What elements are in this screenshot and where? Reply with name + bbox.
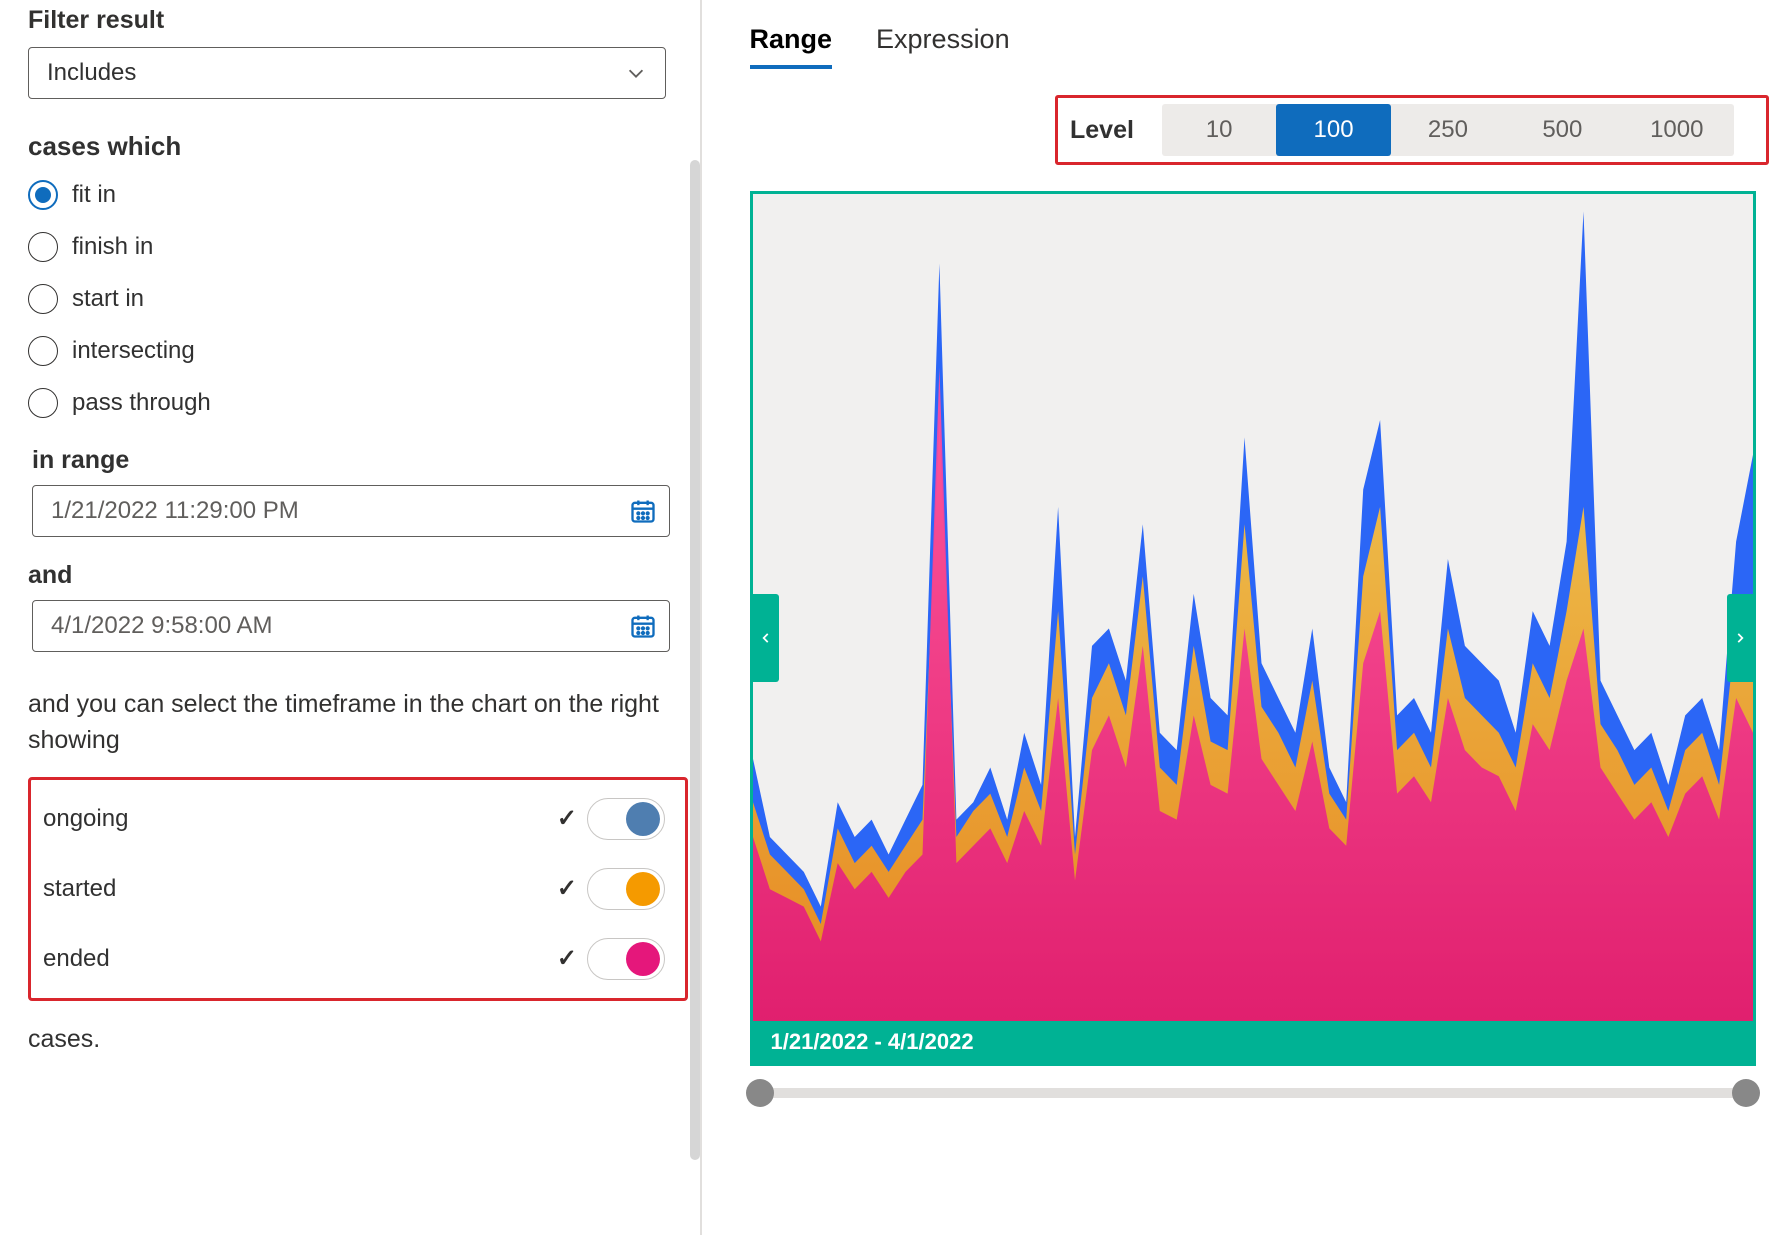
tab-expression[interactable]: Expression: [876, 24, 1010, 69]
calendar-icon: [629, 612, 657, 640]
check-icon: ✓: [557, 804, 577, 833]
range-thumb-right[interactable]: [1732, 1079, 1760, 1107]
radio-label: finish in: [72, 233, 153, 261]
toggle-ended[interactable]: [587, 938, 665, 980]
level-label: Level: [1070, 116, 1134, 145]
legend-label: ongoing: [43, 805, 128, 833]
date-to-input[interactable]: 4/1/2022 9:58:00 AM: [32, 600, 670, 652]
chart-handle-left[interactable]: [753, 594, 779, 682]
cases-which-label: cases which: [28, 131, 672, 162]
range-thumb-left[interactable]: [746, 1079, 774, 1107]
check-icon: ✓: [557, 944, 577, 973]
trailing-text: cases.: [28, 1025, 672, 1054]
legend-ended: ended ✓: [43, 938, 665, 980]
radio-indicator: [28, 284, 58, 314]
level-100[interactable]: 100: [1276, 104, 1390, 156]
legend-label: ended: [43, 945, 110, 973]
chart-handle-right[interactable]: [1727, 594, 1753, 682]
legend-started: started ✓: [43, 868, 665, 910]
radio-pass-through[interactable]: pass through: [28, 388, 672, 418]
legend-box: ongoing ✓ started ✓ ended ✓: [28, 777, 688, 1001]
radio-label: fit in: [72, 181, 116, 209]
tabs: Range Expression: [750, 24, 1776, 69]
toggle-started[interactable]: [587, 868, 665, 910]
desc-text: and you can select the timeframe in the …: [28, 686, 668, 759]
legend-label: started: [43, 875, 116, 903]
level-10[interactable]: 10: [1162, 104, 1276, 156]
tab-range[interactable]: Range: [750, 24, 833, 69]
right-panel: Range Expression Level 10 100 250 500 10…: [702, 0, 1781, 1235]
toggle-ongoing[interactable]: [587, 798, 665, 840]
calendar-icon: [629, 497, 657, 525]
radio-label: intersecting: [72, 337, 195, 365]
radio-intersecting[interactable]: intersecting: [28, 336, 672, 366]
and-label: and: [28, 561, 672, 590]
radio-indicator: [28, 180, 58, 210]
filter-result-label: Filter result: [28, 6, 672, 35]
filter-result-select[interactable]: Includes: [28, 47, 666, 99]
level-1000[interactable]: 1000: [1620, 104, 1734, 156]
level-segmented: 10 100 250 500 1000: [1162, 104, 1734, 156]
chart-date-banner: 1/21/2022 - 4/1/2022: [753, 1021, 1753, 1063]
check-icon: ✓: [557, 874, 577, 903]
radio-label: pass through: [72, 389, 211, 417]
date-from-value: 1/21/2022 11:29:00 PM: [51, 497, 299, 525]
radio-start-in[interactable]: start in: [28, 284, 672, 314]
level-250[interactable]: 250: [1391, 104, 1505, 156]
legend-ongoing: ongoing ✓: [43, 798, 665, 840]
radio-finish-in[interactable]: finish in: [28, 232, 672, 262]
level-row: Level 10 100 250 500 1000: [1055, 95, 1769, 165]
left-panel: Filter result Includes cases which fit i…: [0, 0, 700, 1235]
scrollbar[interactable]: [690, 160, 700, 1160]
radio-fit-in[interactable]: fit in: [28, 180, 672, 210]
timeframe-chart[interactable]: 1/21/2022 - 4/1/2022: [750, 191, 1756, 1066]
radio-indicator: [28, 336, 58, 366]
filter-result-value: Includes: [47, 59, 136, 87]
chevron-down-icon: [625, 62, 647, 84]
in-range-label: in range: [32, 446, 672, 475]
radio-label: start in: [72, 285, 144, 313]
date-from-input[interactable]: 1/21/2022 11:29:00 PM: [32, 485, 670, 537]
level-500[interactable]: 500: [1505, 104, 1619, 156]
radio-indicator: [28, 388, 58, 418]
radio-indicator: [28, 232, 58, 262]
range-slider[interactable]: [750, 1088, 1756, 1098]
date-to-value: 4/1/2022 9:58:00 AM: [51, 612, 273, 640]
